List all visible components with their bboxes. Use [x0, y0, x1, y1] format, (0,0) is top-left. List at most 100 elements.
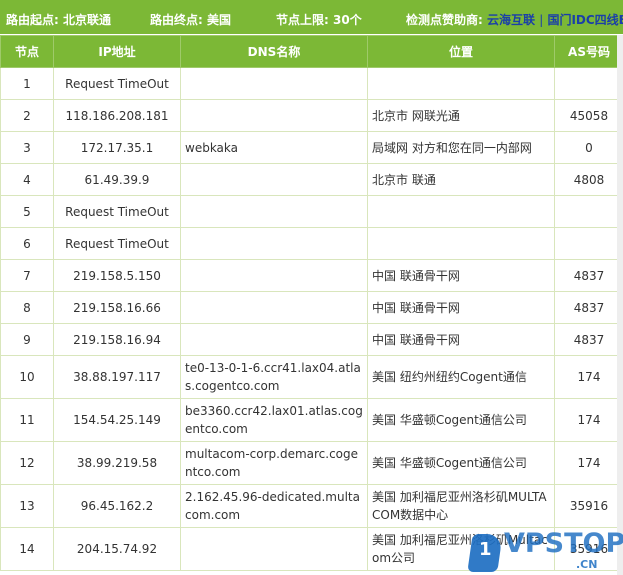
as-cell: 4837 [554, 259, 623, 292]
ip-cell: Request TimeOut [53, 195, 181, 228]
location-cell [367, 195, 555, 228]
ip-cell: 154.54.25.149 [53, 398, 181, 442]
table-row: 5 Request TimeOut [0, 195, 623, 228]
hop-limit-value: 30个 [333, 13, 362, 27]
vertical-scrollbar[interactable] [617, 35, 623, 575]
ip-cell: 219.158.16.66 [53, 291, 181, 324]
hop-limit-label: 节点上限: [276, 13, 329, 27]
sponsor: 检测点赞助商: 云海互联 | 国门IDC四线B [406, 11, 623, 28]
table-row: 1 Request TimeOut [0, 67, 623, 100]
watermark-tld: .CN [576, 558, 598, 571]
dns-cell [180, 227, 368, 260]
dns-cell: be3360.ccr42.lax01.atlas.cogentco.com [180, 398, 368, 442]
table-row: 3 172.17.35.1 webkaka 局域网 对方和您在同一内部网 0 [0, 131, 623, 164]
location-cell: 美国 华盛顿Cogent通信公司 [367, 441, 555, 485]
ip-cell: Request TimeOut [53, 227, 181, 260]
location-cell: 北京市 网联光通 [367, 99, 555, 132]
as-cell: 0 [554, 131, 623, 164]
location-cell: 美国 纽约州纽约Cogent通信 [367, 355, 555, 399]
as-cell: 174 [554, 398, 623, 442]
location-cell: 美国 加利福尼亚州洛杉矶MULTACOM数据中心 [367, 484, 555, 528]
table-row: 12 38.99.219.58 multacom-corp.demarc.cog… [0, 441, 623, 485]
table-row: 2 118.186.208.181 北京市 网联光通 45058 [0, 99, 623, 132]
table-header-row: 节点 IP地址 DNS名称 位置 AS号码 [0, 35, 623, 68]
dns-cell [180, 99, 368, 132]
as-cell: 45058 [554, 99, 623, 132]
as-cell: 174 [554, 355, 623, 399]
table-row: 4 61.49.39.9 北京市 联通 4808 [0, 163, 623, 196]
hop-cell: 11 [0, 398, 54, 442]
hop-cell: 2 [0, 99, 54, 132]
ip-cell: 38.99.219.58 [53, 441, 181, 485]
col-header-dns: DNS名称 [180, 35, 368, 68]
route-end-value: 美国 [207, 13, 232, 27]
location-cell [367, 227, 555, 260]
location-cell: 局域网 对方和您在同一内部网 [367, 131, 555, 164]
location-cell [367, 67, 555, 100]
dns-cell [180, 195, 368, 228]
as-cell: 35916 [554, 484, 623, 528]
location-cell: 北京市 联通 [367, 163, 555, 196]
hop-cell: 5 [0, 195, 54, 228]
as-cell: 4837 [554, 323, 623, 356]
table-row: 13 96.45.162.2 2.162.45.96-dedicated.mul… [0, 484, 623, 528]
route-end: 路由终点: 美国 [150, 11, 231, 28]
ip-cell: 219.158.16.94 [53, 323, 181, 356]
ip-cell: 219.158.5.150 [53, 259, 181, 292]
dns-cell: 2.162.45.96-dedicated.multacom.com [180, 484, 368, 528]
location-cell: 美国 华盛顿Cogent通信公司 [367, 398, 555, 442]
hop-cell: 3 [0, 131, 54, 164]
ip-cell: 204.15.74.92 [53, 527, 181, 571]
dns-cell [180, 291, 368, 324]
route-info-bar: 路由起点: 北京联通 路由终点: 美国 节点上限: 30个 检测点赞助商: 云海… [0, 0, 623, 34]
hop-cell: 9 [0, 323, 54, 356]
dns-cell [180, 163, 368, 196]
watermark-badge-number: 1 [479, 539, 492, 560]
col-header-hop: 节点 [0, 35, 54, 68]
table-row: 7 219.158.5.150 中国 联通骨干网 4837 [0, 259, 623, 292]
sponsor-link-2[interactable]: 国门IDC四线B [547, 13, 623, 27]
ip-cell: 61.49.39.9 [53, 163, 181, 196]
table-row: 11 154.54.25.149 be3360.ccr42.lax01.atla… [0, 398, 623, 442]
dns-cell: te0-13-0-1-6.ccr41.lax04.atlas.cogentco.… [180, 355, 368, 399]
hop-cell: 7 [0, 259, 54, 292]
sponsor-label: 检测点赞助商: [406, 13, 483, 27]
dns-cell [180, 527, 368, 571]
col-header-as: AS号码 [554, 35, 623, 68]
watermark-text: VPSTOP [504, 528, 623, 559]
as-cell: 174 [554, 441, 623, 485]
table-row: 6 Request TimeOut [0, 227, 623, 260]
dns-cell [180, 67, 368, 100]
dns-cell: webkaka [180, 131, 368, 164]
table-row: 9 219.158.16.94 中国 联通骨干网 4837 [0, 323, 623, 356]
as-cell [554, 195, 623, 228]
hop-cell: 4 [0, 163, 54, 196]
location-cell: 中国 联通骨干网 [367, 323, 555, 356]
as-cell: 4837 [554, 291, 623, 324]
hop-cell: 6 [0, 227, 54, 260]
ip-cell: 172.17.35.1 [53, 131, 181, 164]
as-cell [554, 227, 623, 260]
sponsor-separator: | [539, 13, 544, 27]
as-cell: 4808 [554, 163, 623, 196]
ip-cell: 38.88.197.117 [53, 355, 181, 399]
location-cell: 中国 联通骨干网 [367, 259, 555, 292]
route-start: 路由起点: 北京联通 [6, 11, 111, 28]
location-cell: 中国 联通骨干网 [367, 291, 555, 324]
hop-cell: 8 [0, 291, 54, 324]
hop-cell: 1 [0, 67, 54, 100]
dns-cell [180, 323, 368, 356]
vpstop-watermark: 1 VPSTOP .CN [467, 528, 623, 575]
ip-cell: 118.186.208.181 [53, 99, 181, 132]
route-end-label: 路由终点: [150, 13, 203, 27]
table-row: 8 219.158.16.66 中国 联通骨干网 4837 [0, 291, 623, 324]
dns-cell [180, 259, 368, 292]
hop-cell: 14 [0, 527, 54, 571]
hop-cell: 12 [0, 441, 54, 485]
ip-cell: 96.45.162.2 [53, 484, 181, 528]
sponsor-link-1[interactable]: 云海互联 [487, 13, 535, 27]
as-cell [554, 67, 623, 100]
hop-cell: 13 [0, 484, 54, 528]
hop-limit: 节点上限: 30个 [276, 11, 362, 28]
route-start-label: 路由起点: [6, 13, 59, 27]
